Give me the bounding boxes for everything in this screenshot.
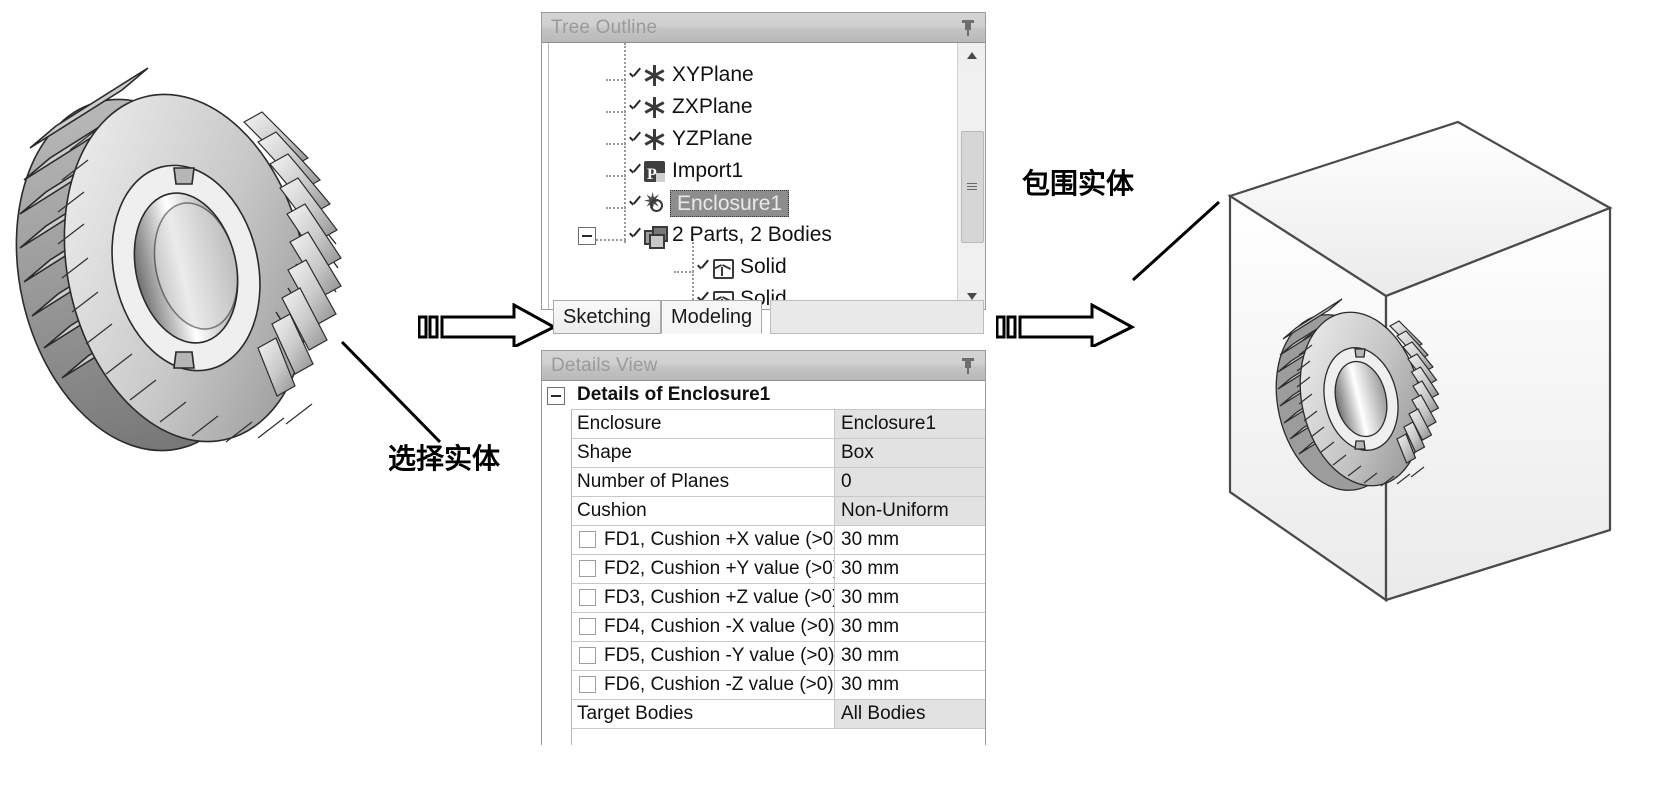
import-icon [644, 159, 665, 191]
details-row-value[interactable]: All Bodies [835, 700, 985, 728]
details-row-key: Number of Planes [571, 468, 835, 496]
plane-icon [644, 129, 665, 150]
flow-arrow-2 [996, 303, 1136, 347]
tree-node-label: Import1 [672, 159, 744, 182]
connector [596, 239, 626, 241]
details-row-fd5[interactable]: FD5, Cushion -Y value (>0) 30 mm [571, 642, 985, 671]
tree-outline-panel: Tree Outline XYPlane ZXPlane YZPlane P I… [541, 12, 986, 315]
check-icon [628, 196, 642, 210]
details-row-key: Shape [571, 439, 835, 467]
details-view-header: Details View [542, 351, 985, 381]
tree-vertical-scrollbar[interactable] [957, 43, 985, 309]
panel-left-rule [548, 43, 549, 309]
details-row-fd2[interactable]: FD2, Cushion +Y value (>0) 30 mm [571, 555, 985, 584]
tree-node-label: Solid [740, 255, 787, 278]
details-row-value[interactable]: Enclosure1 [835, 410, 985, 438]
scroll-up-arrow-icon[interactable] [958, 43, 985, 68]
details-row-fd4[interactable]: FD4, Cushion -X value (>0) 30 mm [571, 613, 985, 642]
connector [606, 79, 626, 81]
tab-label: Modeling [671, 306, 753, 328]
details-row-value[interactable]: 30 mm [835, 584, 985, 612]
details-row-shape[interactable]: Shape Box [571, 439, 985, 468]
check-icon [628, 132, 642, 146]
connector [674, 271, 694, 273]
solid-cube-icon [712, 257, 734, 279]
tab-label: Sketching [563, 306, 651, 328]
check-icon [628, 164, 642, 178]
check-icon [628, 68, 642, 82]
details-row-fd1[interactable]: FD1, Cushion +X value (>0) 30 mm [571, 526, 985, 555]
select-solid-leader-line [340, 340, 442, 444]
tab-strip-filler [770, 300, 984, 334]
plane-icon [644, 97, 665, 118]
plane-icon [644, 65, 665, 86]
details-row-value[interactable]: 0 [835, 468, 985, 496]
details-row-key: FD3, Cushion +Z value (>0) [571, 584, 835, 612]
details-row-value[interactable]: 30 mm [835, 526, 985, 554]
details-row-value[interactable]: 30 mm [835, 671, 985, 699]
tree-node-label: YZPlane [672, 127, 753, 150]
details-row-cushion[interactable]: Cushion Non-Uniform [571, 497, 985, 526]
expand-collapse-icon[interactable] [578, 227, 596, 245]
tree-node-label: Enclosure1 [677, 192, 783, 215]
details-row-key: FD6, Cushion -Z value (>0) [571, 671, 835, 699]
pin-icon[interactable] [961, 18, 975, 36]
details-row-fd6[interactable]: FD6, Cushion -Z value (>0) 30 mm [571, 671, 985, 700]
details-view-body: Details of Enclosure1 Enclosure Enclosur… [542, 381, 985, 745]
details-view-title: Details View [551, 355, 658, 376]
connector [606, 143, 626, 145]
pin-icon[interactable] [961, 356, 975, 374]
annotation-select-solid: 选择实体 [388, 442, 501, 475]
details-row-key: Target Bodies [571, 700, 835, 728]
details-row-value[interactable]: Non-Uniform [835, 497, 985, 525]
connector [606, 175, 626, 177]
check-icon [696, 260, 710, 274]
details-group-header-label: Details of Enclosure1 [577, 384, 771, 405]
details-row-value[interactable]: 30 mm [835, 555, 985, 583]
details-row-key: Cushion [571, 497, 835, 525]
details-row-enclosure[interactable]: Enclosure Enclosure1 [571, 410, 985, 439]
enclosing-solid-leader-line [1131, 200, 1221, 282]
tree-node-label: 2 Parts, 2 Bodies [672, 223, 832, 246]
details-view-gutter [542, 381, 572, 745]
details-row-value[interactable]: 30 mm [835, 613, 985, 641]
tree-node-label: ZXPlane [672, 95, 753, 118]
details-row-key: FD1, Cushion +X value (>0) [571, 526, 835, 554]
tree-outline-header: Tree Outline [542, 13, 985, 43]
check-icon [628, 228, 642, 242]
tree-node-label: XYPlane [672, 63, 754, 86]
details-row-fd3[interactable]: FD3, Cushion +Z value (>0) 30 mm [571, 584, 985, 613]
details-row-key: FD4, Cushion -X value (>0) [571, 613, 835, 641]
connector [606, 111, 626, 113]
scrollbar-grip-icon [967, 183, 977, 192]
details-row-value[interactable]: Box [835, 439, 985, 467]
enclosure-box-viewport [1227, 120, 1613, 603]
tab-modeling[interactable]: Modeling [661, 300, 763, 334]
tree-outline-title: Tree Outline [551, 17, 658, 38]
details-row-target-bodies[interactable]: Target Bodies All Bodies [571, 700, 985, 729]
details-group-header-row: Details of Enclosure1 [571, 381, 985, 410]
details-row-key: FD2, Cushion +Y value (>0) [571, 555, 835, 583]
tab-sketching[interactable]: Sketching [553, 300, 661, 334]
tree-outline-body: XYPlane ZXPlane YZPlane Import1 Enclosu [542, 43, 985, 315]
details-row-key: FD5, Cushion -Y value (>0) [571, 642, 835, 670]
details-row-number-of-planes[interactable]: Number of Planes 0 [571, 468, 985, 497]
details-row-key: Enclosure [571, 410, 835, 438]
group-collapse-icon[interactable] [547, 387, 565, 405]
details-view-panel: Details View Details of Enclosure1 Enclo… [541, 350, 986, 745]
flow-arrow-1 [418, 303, 558, 347]
tree-node-selected-highlight: Enclosure1 [670, 190, 790, 217]
connector [606, 207, 626, 209]
details-row-value[interactable]: 30 mm [835, 642, 985, 670]
check-icon [628, 100, 642, 114]
annotation-enclosing-solid: 包围实体 [1022, 167, 1135, 200]
enclosure-gear-icon [643, 185, 665, 217]
parts-bodies-icon [644, 225, 668, 249]
